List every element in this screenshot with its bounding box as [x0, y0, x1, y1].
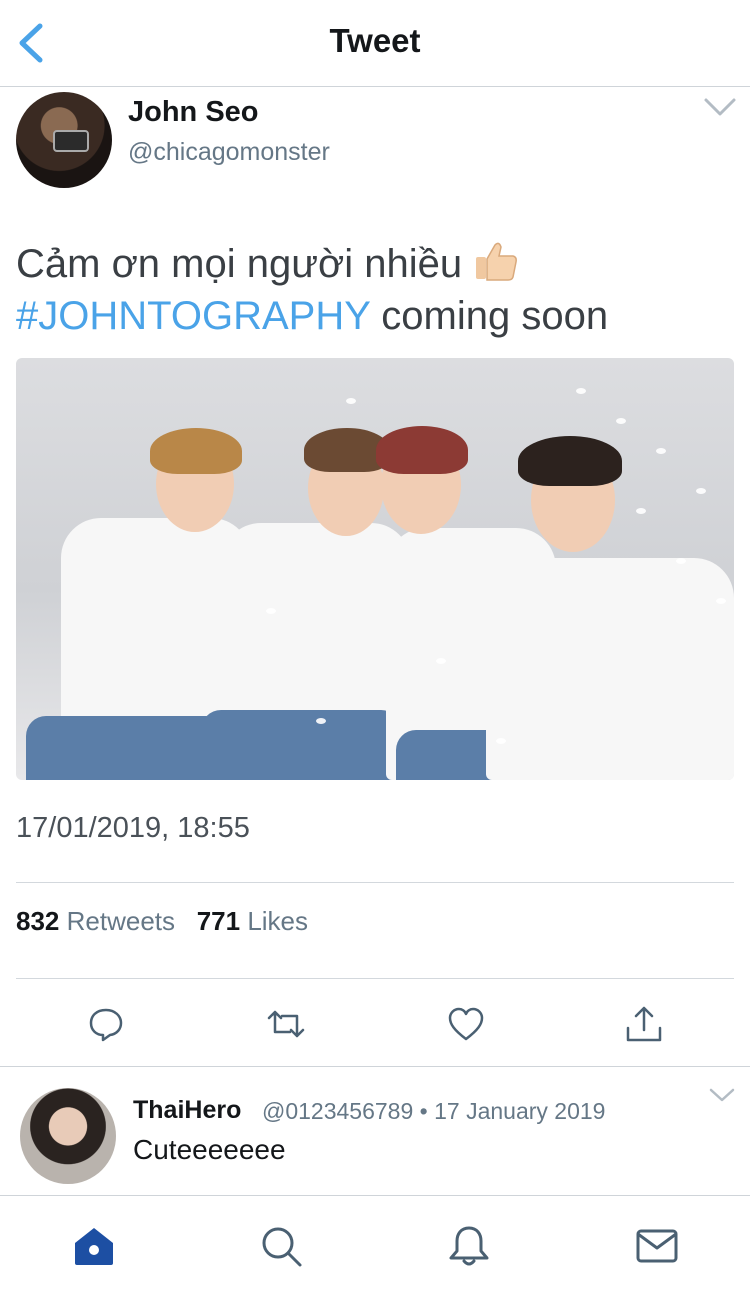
like-icon[interactable] [446, 1004, 486, 1044]
feather [696, 488, 706, 494]
tweet-text: Cảm ơn mọi người nhiều #JOHNTOGRAPHY com… [16, 238, 736, 342]
tweet-photo[interactable] [16, 358, 734, 780]
tweet-stats: 832 Retweets 771 Likes [16, 906, 308, 937]
messages-icon[interactable] [634, 1223, 680, 1269]
share-icon[interactable] [624, 1004, 664, 1044]
person-hair [518, 436, 622, 486]
divider [16, 978, 734, 979]
retweets-count: 832 [16, 906, 60, 936]
tab-bar [0, 1195, 750, 1292]
avatar[interactable] [16, 92, 112, 188]
search-icon[interactable] [258, 1223, 304, 1269]
reply-meta: @0123456789 • 17 January 2019 [262, 1098, 606, 1124]
feather [656, 448, 666, 454]
author-handle[interactable]: @chicagomonster [128, 138, 330, 167]
feather [576, 388, 586, 394]
feather [346, 398, 356, 404]
likes-label: Likes [247, 906, 309, 936]
camera-icon [53, 130, 89, 152]
person-hair [376, 426, 468, 474]
retweets-label: Retweets [66, 906, 176, 936]
thumbs-up-icon [476, 242, 518, 281]
likes-stat[interactable]: 771 Likes [197, 906, 308, 936]
person-shirt [486, 558, 734, 780]
retweets-stat[interactable]: 832 Retweets [16, 906, 175, 936]
reply-author-name[interactable]: ThaiHero [133, 1096, 241, 1125]
person-jeans [201, 710, 401, 780]
person-hair [150, 428, 242, 474]
reply-icon[interactable] [86, 1004, 126, 1044]
home-icon[interactable] [71, 1223, 117, 1269]
feather [266, 608, 276, 614]
feather [676, 558, 686, 564]
top-bar: Tweet [0, 0, 750, 87]
tweet-timestamp: 17/01/2019, 18:55 [16, 812, 250, 844]
feather [616, 418, 626, 424]
notifications-icon[interactable] [446, 1223, 492, 1269]
likes-count: 771 [196, 906, 241, 936]
tweet-line1: Cảm ơn mọi người nhiều [16, 242, 463, 286]
chevron-down-icon[interactable] [708, 1086, 736, 1104]
page-title: Tweet [329, 22, 421, 59]
divider [0, 1066, 750, 1067]
retweet-icon[interactable] [266, 1004, 306, 1044]
feather [716, 598, 726, 604]
author-name[interactable]: John Seo [128, 96, 259, 129]
reply-text: Cuteeeeeee [133, 1134, 286, 1165]
feather [316, 718, 326, 724]
chevron-down-icon[interactable] [702, 94, 738, 120]
person-shirt [221, 523, 411, 723]
feather [496, 738, 506, 744]
feather [436, 658, 446, 664]
reply-avatar[interactable] [20, 1088, 116, 1184]
person-jeans [26, 716, 226, 780]
tweet-line2: coming soon [370, 294, 609, 338]
feather [636, 508, 646, 514]
hashtag-link[interactable]: #JOHNTOGRAPHY [16, 294, 370, 338]
divider [16, 882, 734, 883]
